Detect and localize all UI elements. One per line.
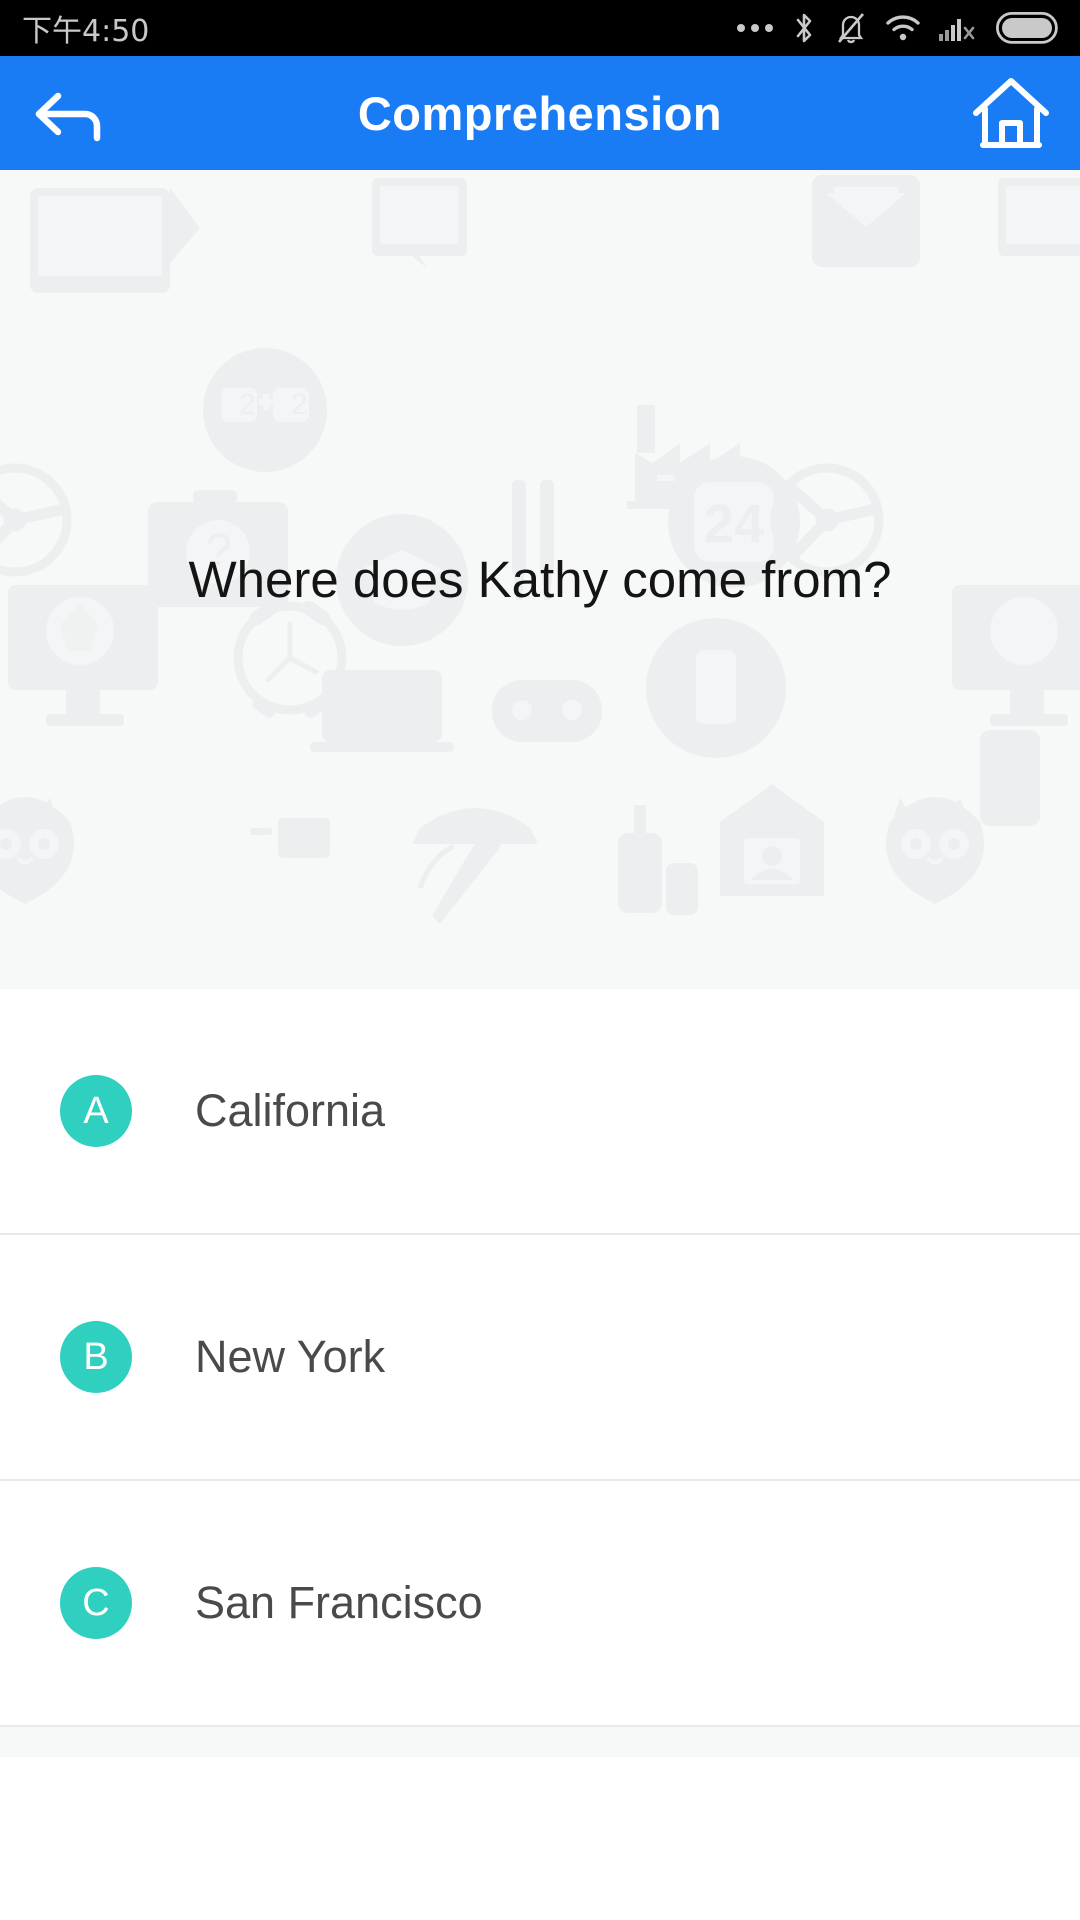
option-label: New York — [195, 1331, 386, 1382]
phone-icon — [646, 618, 786, 758]
status-bar-clock: 下午4:50 — [22, 14, 150, 49]
book-icon — [372, 178, 467, 268]
factory-icon — [627, 405, 749, 509]
house-photo-icon — [720, 784, 824, 896]
monitor-icon — [30, 188, 200, 293]
graduation-cap-icon — [412, 808, 538, 844]
bottle-icon — [618, 805, 698, 915]
math-2plus2-icon: 2 2 — [203, 348, 327, 472]
desktop-ball-icon — [952, 585, 1080, 726]
answer-option-c[interactable]: C San Francisco — [0, 1481, 1080, 1727]
option-key-badge: B — [60, 1321, 132, 1393]
svg-text:2: 2 — [239, 388, 256, 421]
answer-option-b[interactable]: B New York — [0, 1235, 1080, 1481]
answer-option-next-partial[interactable] — [0, 1727, 1080, 1757]
answer-options-list: A California B New York C San Francisco — [0, 989, 1080, 1757]
owl-icon — [886, 797, 984, 904]
option-key-badge: A — [60, 1075, 132, 1147]
question-text: Where does Kathy come from? — [188, 550, 892, 608]
back-button[interactable] — [26, 70, 112, 156]
app-header: Comprehension — [0, 56, 1080, 170]
option-key-badge: C — [60, 1567, 132, 1639]
svg-text:2: 2 — [291, 388, 308, 421]
more-dots-icon — [737, 24, 773, 32]
bluetooth-icon — [796, 13, 812, 43]
home-icon — [973, 78, 1049, 148]
baseball-bat-icon — [417, 830, 502, 924]
svg-text:24: 24 — [704, 494, 764, 554]
status-bar-icons — [737, 11, 1058, 45]
monitor-icon — [310, 670, 454, 752]
option-label: San Francisco — [195, 1577, 483, 1628]
option-label: California — [195, 1085, 386, 1136]
ringer-muted-icon — [838, 13, 864, 44]
note-icon — [250, 818, 330, 858]
home-button[interactable] — [968, 70, 1054, 156]
app-screen: 下午4:50 Comprehension 2 2 ? 24 Where does… — [0, 0, 1080, 1920]
answer-option-a[interactable]: A California — [0, 989, 1080, 1235]
owl-icon — [0, 797, 74, 904]
cellular-signal-no-service-icon — [939, 19, 975, 41]
back-arrow-icon — [35, 92, 101, 142]
phone-icon — [980, 730, 1040, 826]
page-title: Comprehension — [357, 86, 723, 140]
book-icon — [998, 178, 1080, 256]
gamepad-icon — [492, 680, 602, 742]
status-bar: 下午4:50 — [0, 0, 1080, 56]
wifi-icon — [886, 15, 920, 41]
battery-icon — [996, 12, 1058, 44]
envelope-icon — [812, 175, 920, 267]
pinwheel-clock-icon — [0, 463, 72, 577]
alarm-clock-icon — [233, 600, 347, 718]
question-panel: 2 2 ? 24 Where does Kathy come from? — [0, 170, 1080, 989]
